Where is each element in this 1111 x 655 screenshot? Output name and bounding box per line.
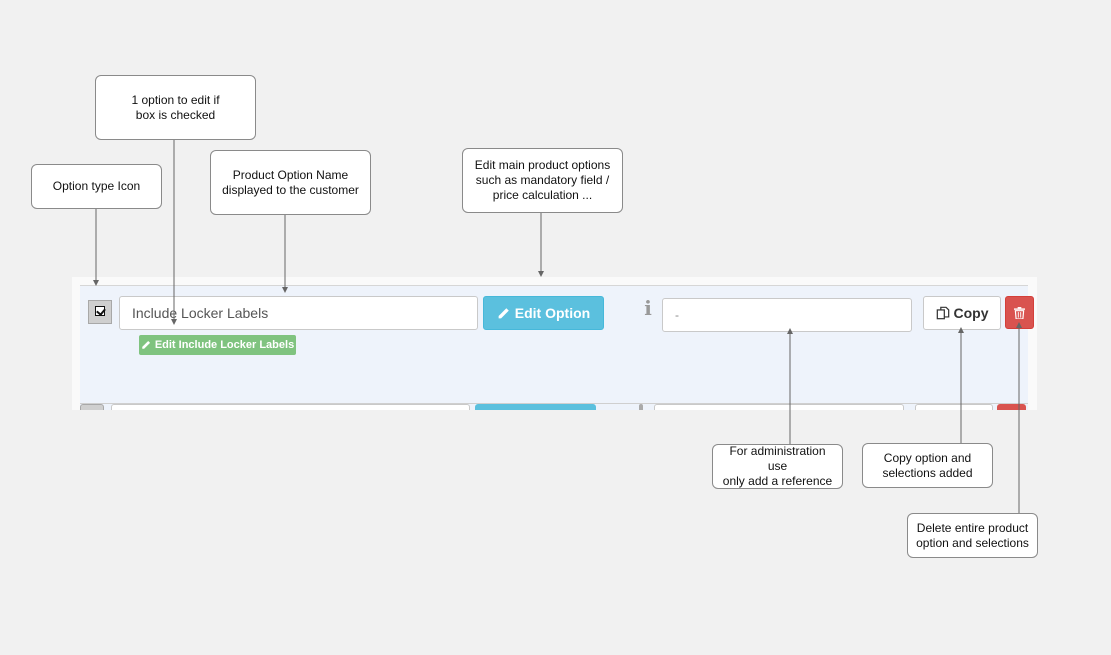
callout-admin-reference: For administration use only add a refere… — [712, 444, 843, 489]
edit-option-button[interactable]: Edit Option — [483, 296, 604, 330]
copy-icon — [936, 306, 949, 320]
edit-selections-label: Edit Include Locker Labels — [154, 339, 295, 351]
copy-button[interactable]: Copy — [923, 296, 1001, 330]
callout-delete-option: Delete entire product option and selecti… — [907, 513, 1038, 558]
product-options-panel: Edit Option i Copy Edit Include Locker L… — [72, 277, 1037, 410]
callout-copy-option: Copy option and selections added — [862, 443, 993, 488]
product-option-row-next — [80, 403, 1028, 410]
callout-product-option-name: Product Option Name displayed to the cus… — [210, 150, 371, 215]
edit-option-label: Edit Option — [514, 305, 591, 321]
checkbox-icon[interactable] — [88, 300, 112, 324]
callout-option-type-icon: Option type Icon — [31, 164, 162, 209]
edit-selections-button[interactable]: Edit Include Locker Labels — [139, 335, 296, 355]
reference-input-next[interactable] — [654, 404, 904, 410]
pencil-icon — [498, 307, 509, 318]
copy-button-next[interactable] — [915, 404, 993, 410]
pencil-icon — [142, 340, 150, 349]
checkbox-icon[interactable] — [80, 404, 104, 410]
option-name-input[interactable] — [119, 296, 478, 330]
callout-one-option-to-edit: 1 option to edit if box is checked — [95, 75, 256, 140]
option-name-input-next[interactable] — [111, 404, 470, 410]
delete-button[interactable] — [1005, 296, 1034, 329]
product-option-row: Edit Option i Copy Edit Include Locker L… — [80, 285, 1034, 403]
delete-button-next[interactable] — [997, 404, 1026, 410]
info-icon[interactable] — [639, 404, 643, 410]
trash-icon — [1014, 306, 1025, 319]
callout-edit-main-options: Edit main product options such as mandat… — [462, 148, 623, 213]
copy-label: Copy — [953, 305, 989, 321]
info-icon[interactable]: i — [643, 297, 653, 319]
reference-input[interactable] — [662, 298, 912, 332]
edit-option-button-next[interactable] — [475, 404, 596, 410]
